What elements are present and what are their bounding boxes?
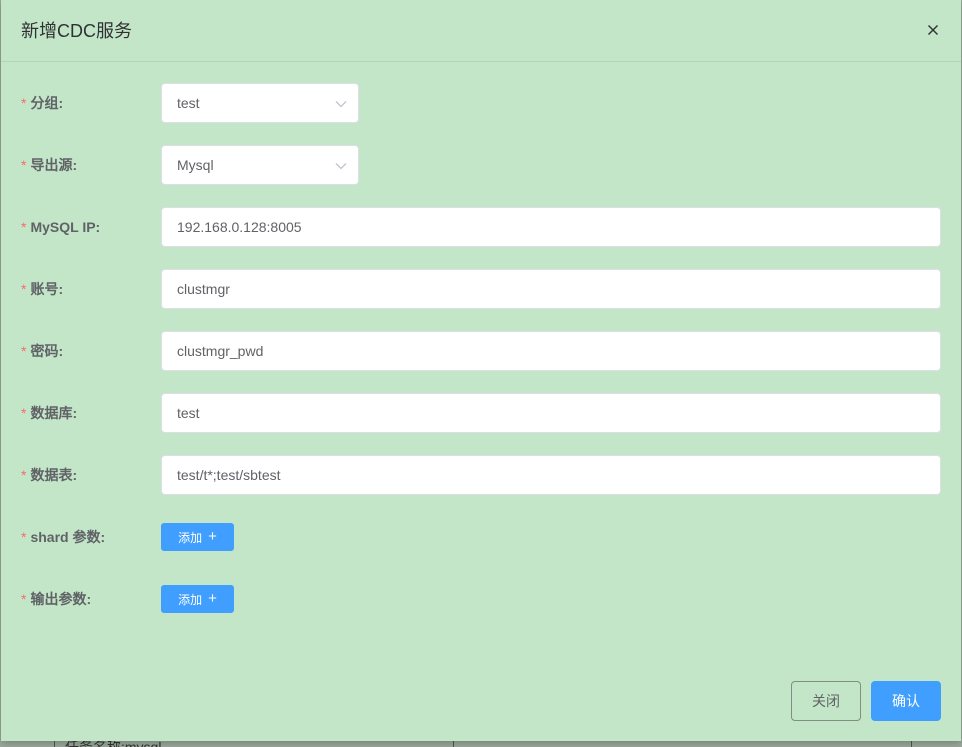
required-mark: * [21, 281, 27, 297]
form-row-group: * 分组: test [1, 83, 961, 123]
required-mark: * [21, 219, 27, 235]
form-row-table: * 数据表: [1, 455, 961, 495]
form-row-mysql-ip: * MySQL IP: [1, 207, 961, 247]
plus-icon: + [208, 528, 217, 545]
required-mark: * [21, 343, 27, 359]
database-input[interactable] [161, 393, 941, 433]
form-row-output-params: * 输出参数: 添加 + [1, 579, 961, 619]
required-mark: * [21, 405, 27, 421]
table-input[interactable] [161, 455, 941, 495]
password-input[interactable] [161, 331, 941, 371]
form-row-database: * 数据库: [1, 393, 961, 433]
output-params-label: * 输出参数: [21, 591, 92, 607]
dialog-header: 新增CDC服务 [1, 0, 961, 62]
source-label: * 导出源: [21, 157, 78, 173]
required-mark: * [21, 529, 27, 545]
form-row-shard-params: * shard 参数: 添加 + [1, 517, 961, 557]
group-select[interactable]: test [161, 83, 359, 123]
close-icon[interactable] [923, 20, 943, 40]
group-label: * 分组: [21, 95, 64, 111]
add-output-param-button[interactable]: 添加 + [161, 585, 234, 613]
chevron-down-icon [335, 101, 347, 108]
form-row-source: * 导出源: Mysql [1, 145, 961, 185]
confirm-button[interactable]: 确认 [871, 681, 941, 721]
form-row-account: * 账号: [1, 269, 961, 309]
plus-icon: + [208, 590, 217, 607]
shard-params-label: * shard 参数: [21, 529, 106, 545]
required-mark: * [21, 591, 27, 607]
account-input[interactable] [161, 269, 941, 309]
database-label: * 数据库: [21, 405, 78, 421]
add-shard-param-button[interactable]: 添加 + [161, 523, 234, 551]
add-output-param-label: 添加 [178, 592, 203, 607]
add-shard-param-label: 添加 [178, 530, 203, 545]
source-select[interactable]: Mysql [161, 145, 359, 185]
dialog-title: 新增CDC服务 [21, 21, 132, 41]
close-button[interactable]: 关闭 [791, 681, 861, 721]
required-mark: * [21, 157, 27, 173]
required-mark: * [21, 95, 27, 111]
source-select-value: Mysql [177, 157, 214, 173]
backdrop-divider [453, 740, 454, 747]
required-mark: * [21, 467, 27, 483]
table-label: * 数据表: [21, 467, 78, 483]
form-row-password: * 密码: [1, 331, 961, 371]
mysql-ip-input[interactable] [161, 207, 941, 247]
backdrop-task-row: 任务名称:mysql [54, 740, 912, 747]
group-select-value: test [177, 95, 200, 111]
chevron-down-icon [335, 163, 347, 170]
mysql-ip-label: * MySQL IP: [21, 219, 101, 235]
add-cdc-dialog: 新增CDC服务 * 分组: test * 导出源: Mysql * MySQL I [1, 0, 961, 741]
account-label: * 账号: [21, 281, 64, 297]
password-label: * 密码: [21, 343, 64, 359]
